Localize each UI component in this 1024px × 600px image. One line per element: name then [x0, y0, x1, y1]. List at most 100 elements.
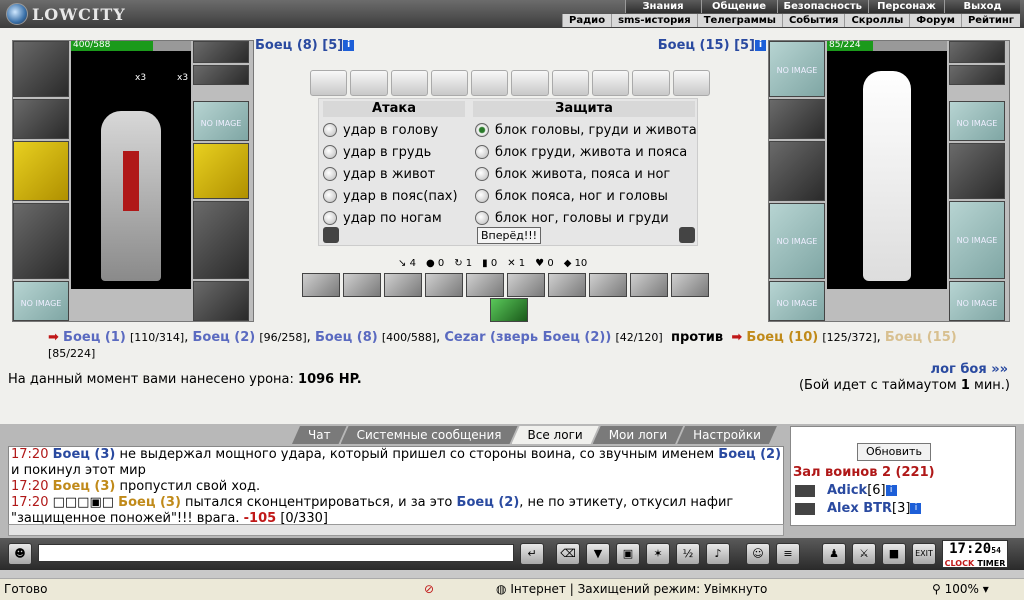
active-skill-icon[interactable] [490, 298, 528, 322]
scroll-slot[interactable] [632, 70, 670, 96]
nav-character[interactable]: Персонаж [868, 0, 944, 13]
skill-icon[interactable] [671, 273, 709, 297]
team-member[interactable]: Cezar (зверь Боец (2)) [444, 330, 611, 345]
fight-icon[interactable]: ⚔ [852, 543, 876, 565]
defense-option-1[interactable]: блок головы, груди и живота [475, 119, 697, 141]
scroll-slot[interactable] [551, 70, 590, 96]
team-member[interactable]: Боец (2) [192, 330, 255, 345]
scroll-slot[interactable] [511, 70, 549, 96]
radio[interactable] [323, 167, 337, 181]
scroll-slot[interactable] [471, 70, 509, 96]
amulet-slot[interactable] [949, 65, 1005, 85]
empty-slot[interactable]: NO IMAGE [193, 101, 249, 141]
zoom-level[interactable]: ⚲ 100% ▾ [932, 582, 989, 596]
attack-option-head[interactable]: удар в голову [323, 119, 438, 141]
boots-slot[interactable] [193, 281, 249, 321]
attack-option-waist[interactable]: удар в пояс(пах) [323, 185, 458, 207]
forward-button[interactable]: Вперёд!!! [477, 227, 541, 244]
skill-icon[interactable] [548, 273, 586, 297]
skill-icon[interactable] [384, 273, 422, 297]
weapon-slot[interactable] [13, 141, 69, 201]
tab-all-logs[interactable]: Все логи [512, 426, 599, 444]
nav-exit[interactable]: Выход [944, 0, 1020, 13]
skill-icon[interactable] [630, 273, 668, 297]
radio[interactable] [323, 145, 337, 159]
scroll-slot[interactable] [390, 70, 428, 96]
left-corner-icon[interactable] [323, 227, 339, 243]
skill-icon[interactable] [507, 273, 545, 297]
nav-knowledge[interactable]: Знания [624, 0, 701, 13]
tab-chat[interactable]: Чат [292, 426, 347, 444]
empty-slot[interactable]: NO IMAGE [949, 101, 1005, 141]
helmet-slot[interactable] [13, 41, 69, 97]
radio-selected[interactable] [475, 123, 489, 137]
refresh-icon[interactable] [679, 227, 695, 243]
empty-slot[interactable]: NO IMAGE [949, 201, 1005, 279]
scroll-slot[interactable] [672, 70, 710, 96]
ring-slot[interactable] [949, 41, 1005, 63]
send-icon[interactable]: ↵ [520, 543, 544, 565]
room-user[interactable]: Alex BTR[3] i [827, 501, 922, 516]
subnav-radio[interactable]: Радио [562, 14, 612, 27]
team-member[interactable]: Боец (1) [63, 330, 126, 345]
eraser-icon[interactable]: ⌫ [556, 543, 580, 565]
smile-icon[interactable]: ☻ [8, 543, 32, 565]
chat-log[interactable]: 17:20 Боец (3) не выдержал мощного удара… [8, 446, 784, 526]
left-fighter-name[interactable]: Боец (8) [5] i [255, 38, 355, 53]
scroll-slot[interactable] [350, 70, 388, 96]
refresh-button[interactable]: Обновить [857, 443, 931, 461]
empty-slot[interactable]: NO IMAGE [13, 281, 69, 321]
scroll-slot[interactable] [430, 70, 469, 96]
radio[interactable] [475, 211, 489, 225]
empty-slot[interactable]: NO IMAGE [769, 41, 825, 97]
filter-icon[interactable]: ▼ [586, 543, 610, 565]
defense-option-5[interactable]: блок ног, головы и груди [475, 207, 669, 229]
bracers-slot[interactable] [13, 99, 69, 139]
subnav-telegrams[interactable]: Телеграммы [696, 14, 782, 27]
empty-slot[interactable]: NO IMAGE [949, 281, 1005, 321]
chat-horizontal-scrollbar[interactable] [8, 524, 784, 536]
skill-icon[interactable] [343, 273, 381, 297]
radio[interactable] [475, 145, 489, 159]
attack-option-belly[interactable]: удар в живот [323, 163, 435, 185]
team-member[interactable]: Боец (10) [746, 330, 818, 345]
skill-icon[interactable] [425, 273, 463, 297]
defense-option-3[interactable]: блок живота, пояса и ног [475, 163, 670, 185]
skill-icon[interactable] [589, 273, 627, 297]
battle-log-link[interactable]: лог боя »» [931, 362, 1008, 377]
tab-system[interactable]: Системные сообщения [341, 426, 518, 444]
lock-icon[interactable]: ■ [882, 543, 906, 565]
nav-communication[interactable]: Общение [700, 0, 777, 13]
defense-option-4[interactable]: блок пояса, ног и головы [475, 185, 668, 207]
radio[interactable] [475, 189, 489, 203]
bracers-slot[interactable] [769, 99, 825, 139]
dagger-slot[interactable] [949, 143, 1005, 199]
right-fighter-name[interactable]: Боец (15) [5] i [658, 38, 766, 53]
left-avatar[interactable]: x3 x3 [71, 51, 191, 289]
radio[interactable] [475, 167, 489, 181]
figure-icon[interactable]: ✶ [646, 543, 670, 565]
subnav-rating[interactable]: Рейтинг [960, 14, 1020, 27]
info-icon[interactable]: i [755, 40, 766, 51]
defense-option-2[interactable]: блок груди, живота и пояса [475, 141, 687, 163]
attack-option-legs[interactable]: удар по ногам [323, 207, 442, 229]
amulet-slot[interactable] [193, 65, 249, 85]
room-user[interactable]: Adick[6] i [827, 483, 897, 498]
team-member[interactable]: Боец (15) [885, 330, 957, 345]
attack-option-chest[interactable]: удар в грудь [323, 141, 431, 163]
radio[interactable] [323, 123, 337, 137]
skill-icon[interactable] [466, 273, 504, 297]
tab-my-logs[interactable]: Мои логи [593, 426, 683, 444]
subnav-scrolls[interactable]: Скроллы [844, 14, 910, 27]
exit-icon[interactable]: EXIT [912, 543, 936, 565]
skill-icon[interactable] [302, 273, 340, 297]
ring-slot[interactable] [193, 41, 249, 63]
radio[interactable] [323, 189, 337, 203]
subnav-sms[interactable]: sms-история [611, 14, 697, 27]
person-icon[interactable]: ♟ [822, 543, 846, 565]
sound-icon[interactable]: ♪ [706, 543, 730, 565]
radio[interactable] [323, 211, 337, 225]
subnav-forum[interactable]: Форум [909, 14, 961, 27]
scroll-slot[interactable] [310, 70, 348, 96]
empty-slot[interactable]: NO IMAGE [769, 203, 825, 279]
